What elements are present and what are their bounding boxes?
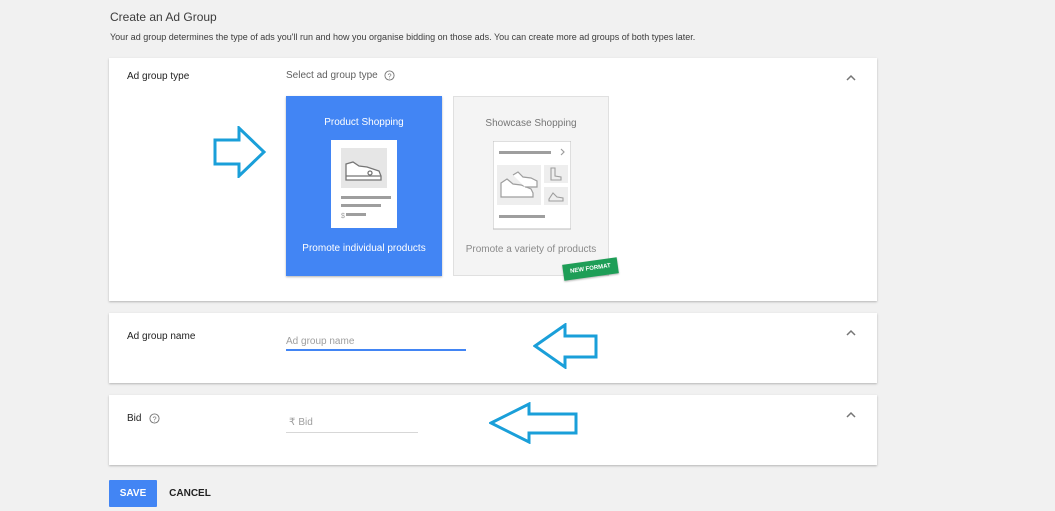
ad-group-name-input[interactable]: [286, 332, 466, 351]
ad-group-name-card: Ad group name: [109, 313, 877, 383]
ad-group-type-card: Ad group type Select ad group type ? Pro…: [109, 58, 877, 301]
ad-group-name-label: Ad group name: [127, 331, 196, 342]
option-product-shopping-desc: Promote individual products: [302, 243, 426, 254]
currency-symbol: ₹: [289, 416, 296, 428]
chevron-up-icon[interactable]: [845, 72, 857, 84]
page-title: Create an Ad Group: [110, 10, 217, 24]
bid-input[interactable]: [298, 413, 409, 431]
svg-text:?: ?: [387, 71, 391, 80]
svg-text:$: $: [341, 213, 345, 220]
bid-label-group: Bid ?: [127, 413, 160, 424]
svg-text:?: ?: [153, 414, 157, 423]
select-ad-group-type-text: Select ad group type: [286, 70, 378, 81]
cancel-button[interactable]: CANCEL: [164, 480, 216, 507]
help-icon[interactable]: ?: [384, 70, 395, 81]
save-button[interactable]: SAVE: [109, 480, 157, 507]
showcase-shopping-illustration: [493, 141, 571, 230]
option-showcase-shopping[interactable]: Showcase Shopping Promote a variety of p…: [453, 96, 609, 276]
bid-field: ₹: [286, 412, 418, 433]
bid-label: Bid: [127, 413, 142, 424]
arrow-right-annotation: [213, 126, 267, 178]
option-showcase-shopping-desc: Promote a variety of products: [465, 244, 597, 255]
chevron-up-icon[interactable]: [845, 327, 857, 339]
arrow-left-annotation: [533, 323, 598, 369]
help-icon[interactable]: ?: [149, 413, 160, 424]
ad-group-type-label: Ad group type: [127, 71, 190, 82]
chevron-up-icon[interactable]: [845, 409, 857, 421]
page-subtitle: Your ad group determines the type of ads…: [110, 32, 696, 42]
product-shopping-illustration: $: [331, 140, 397, 228]
option-product-shopping[interactable]: Product Shopping $ Promote individual pr…: [286, 96, 442, 276]
ad-group-name-field: [286, 331, 466, 351]
arrow-left-annotation: [489, 402, 578, 444]
select-ad-group-type-label: Select ad group type ?: [286, 70, 395, 81]
option-product-shopping-title: Product Shopping: [324, 117, 404, 128]
option-showcase-shopping-title: Showcase Shopping: [485, 118, 577, 129]
